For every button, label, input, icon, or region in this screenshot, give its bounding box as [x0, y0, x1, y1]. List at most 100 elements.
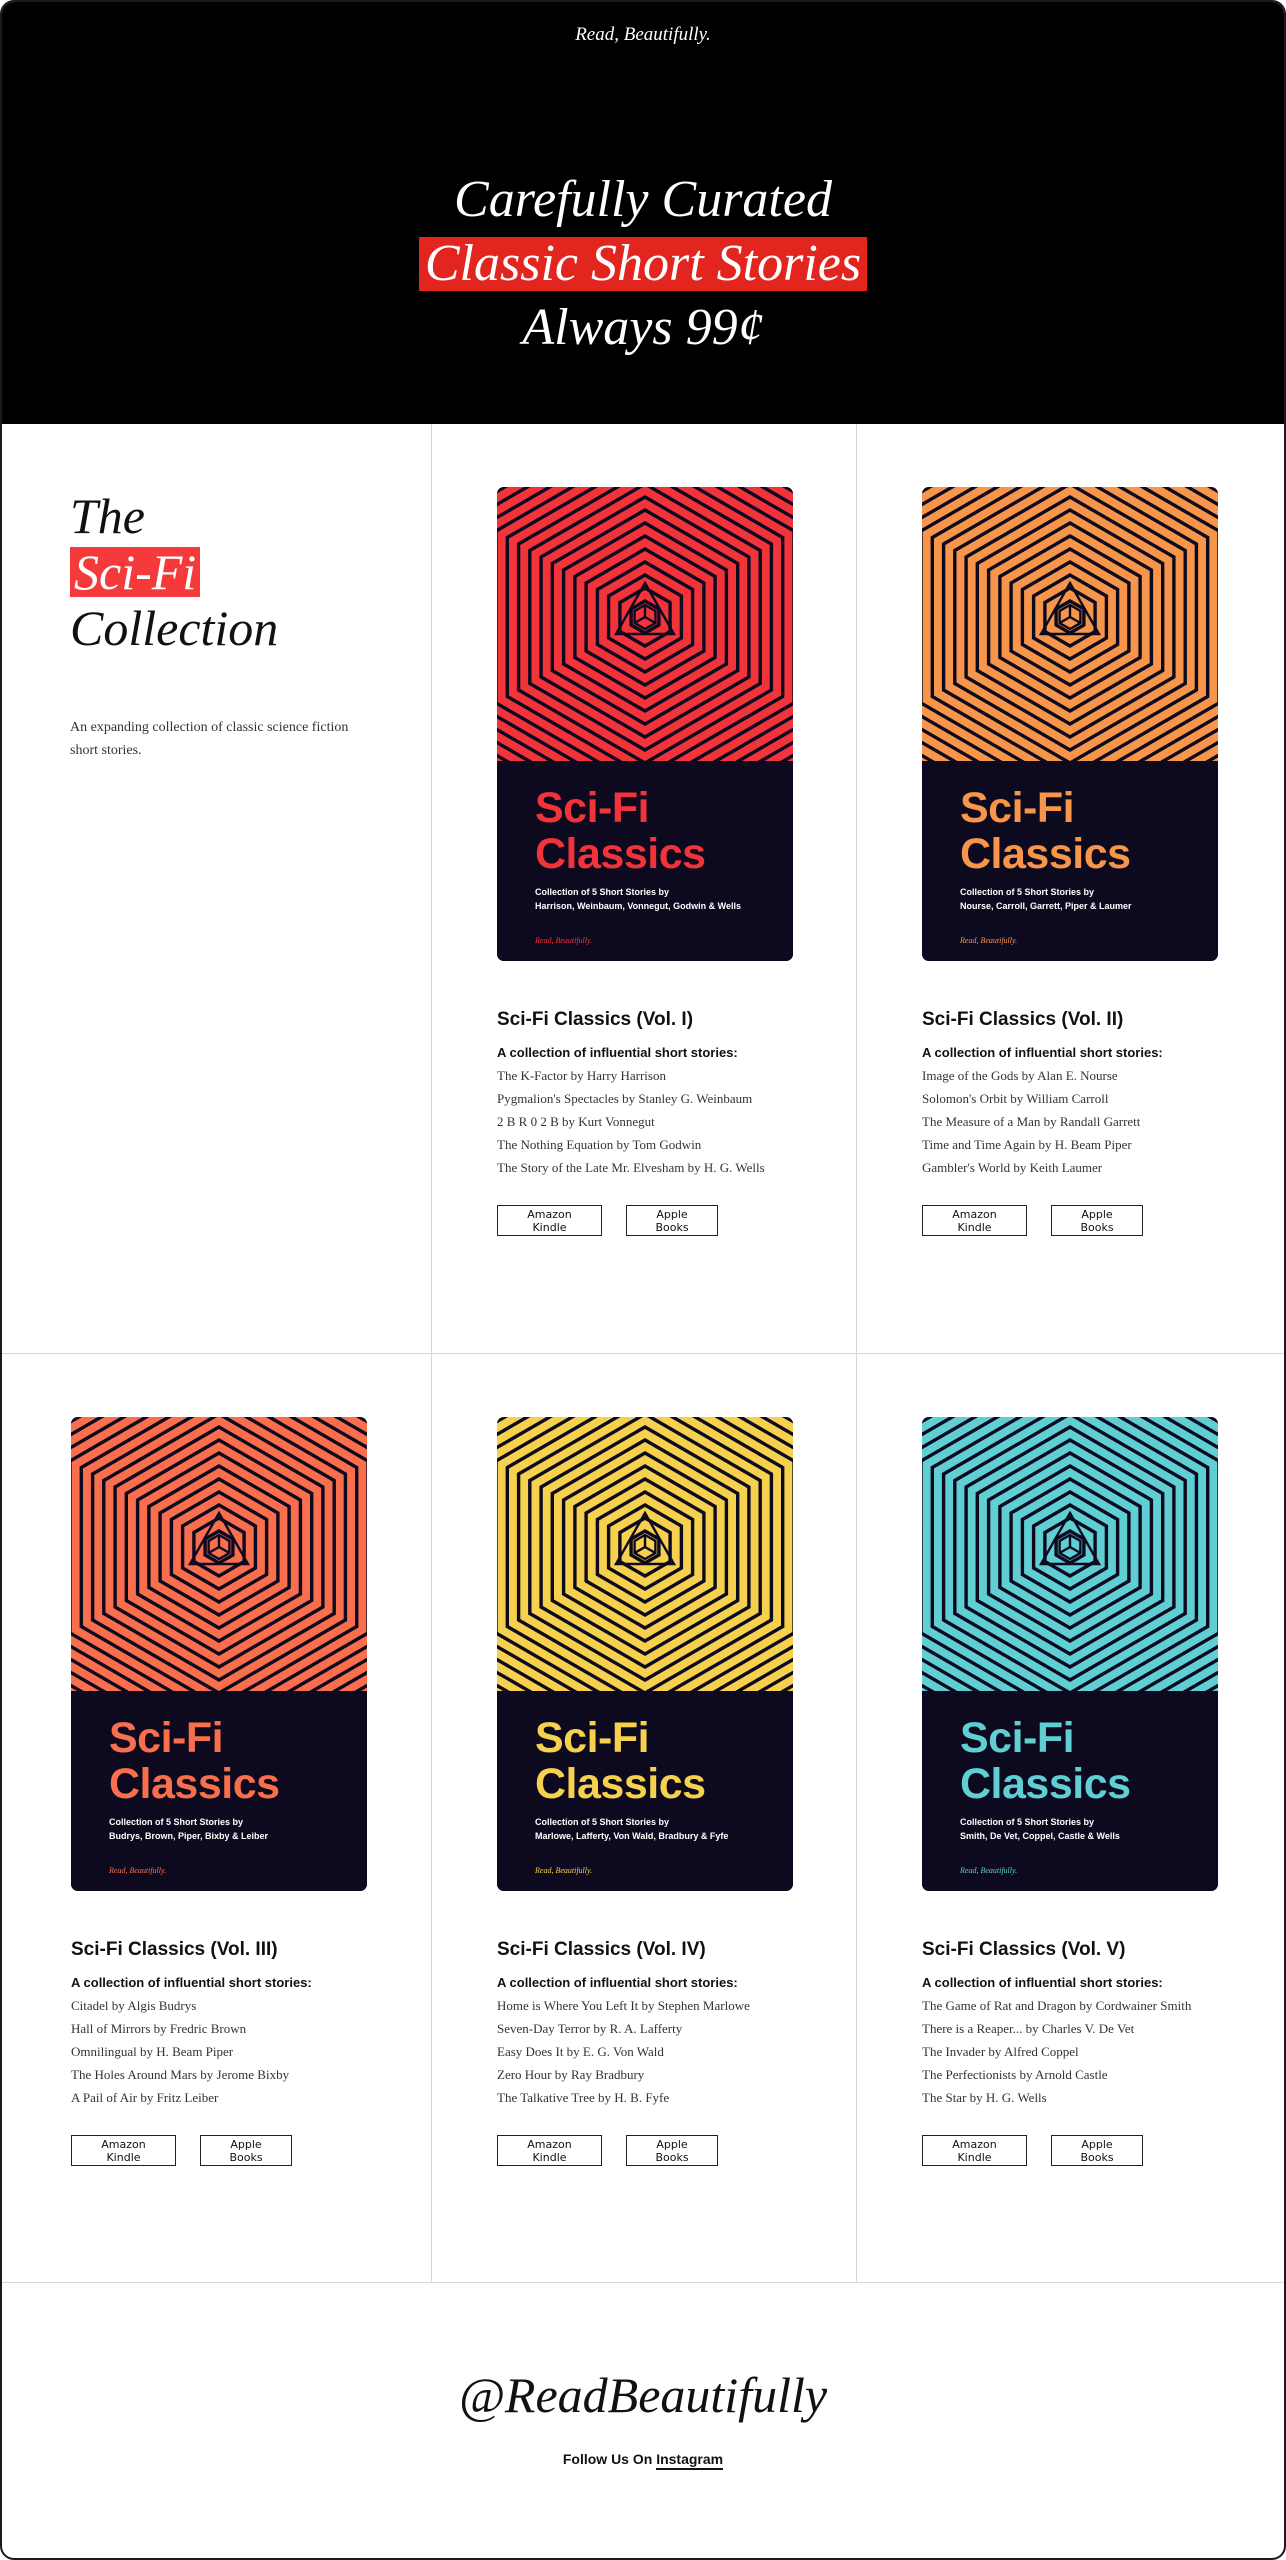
cover-title-line-2: Classics [960, 830, 1131, 878]
cover-authors: Budrys, Brown, Piper, Bixby & Leiber [109, 1831, 269, 1841]
cover-title: Sci-Fi Classics [960, 1715, 1131, 1807]
cover-brand: Read, Beautifully. [109, 1866, 167, 1875]
story-list: Home is Where You Left It by Stephen Mar… [497, 1994, 797, 2109]
cover-title: Sci-Fi Classics [535, 1715, 706, 1807]
cover-authors: Harrison, Weinbaum, Vonnegut, Godwin & W… [535, 901, 742, 911]
cover-brand: Read, Beautifully. [535, 1866, 593, 1875]
cover-title-line-2: Classics [960, 1760, 1131, 1808]
hexagon-pattern [497, 487, 793, 761]
cover-subtitle: Collection of 5 Short Stories by Marlowe,… [535, 1815, 775, 1843]
book-card-vol-3: Sci-Fi Classics Collection of 5 Short Stor… [71, 1417, 371, 2166]
story-item: The K-Factor by Harry Harrison [497, 1068, 666, 1083]
story-item: The Nothing Equation by Tom Godwin [497, 1137, 702, 1152]
book-title: Sci-Fi Classics (Vol. V) [922, 1939, 1126, 1960]
book-title: Sci-Fi Classics (Vol. III) [71, 1939, 278, 1960]
story-item: Time and Time Again by H. Beam Piper [922, 1137, 1132, 1152]
story-item: Hall of Mirrors by Fredric Brown [71, 2021, 247, 2036]
cover-pattern-area [497, 1417, 793, 1691]
amazon-kindle-button[interactable]: Amazon Kindle [922, 2135, 1027, 2166]
story-list: The K-Factor by Harry Harrison Pygmalion'… [497, 1064, 797, 1179]
cover-subtitle-prefix: Collection of 5 Short Stories by [960, 887, 1095, 897]
cover-title-area: Sci-Fi Classics Collection of 5 Short Stor… [497, 761, 793, 961]
story-item: 2 B R 0 2 B by Kurt Vonnegut [497, 1114, 655, 1129]
follow-prefix: Follow Us On [562, 2451, 653, 2467]
story-item: Solomon's Orbit by William Carroll [922, 1091, 1109, 1106]
book-subtitle: A collection of influential short storie… [497, 1045, 738, 1060]
instagram-handle: @ReadBeautifully [456, 2367, 830, 2423]
cover-subtitle-prefix: Collection of 5 Short Stories by [535, 887, 670, 897]
book-title: Sci-Fi Classics (Vol. I) [497, 1009, 694, 1030]
story-item: There is a Reaper... by Charles V. De Ve… [922, 2021, 1135, 2036]
book-cover[interactable]: Sci-Fi Classics Collection of 5 Short Stor… [71, 1417, 367, 1891]
collection-grid: The Sci-Fi Collection An expanding colle… [2, 424, 1284, 2282]
apple-books-button[interactable]: Apple Books [200, 2135, 292, 2166]
cover-authors: Marlowe, Lafferty, Von Wald, Bradbury & … [535, 1831, 729, 1841]
hexagon-pattern [922, 1417, 1218, 1691]
apple-books-button[interactable]: Apple Books [1051, 2135, 1143, 2166]
cover-title-line-1: Sci-Fi [109, 1714, 224, 1762]
story-item: Zero Hour by Ray Bradbury [497, 2067, 645, 2082]
hero-line-1: Carefully Curated [454, 171, 832, 228]
cover-pattern-area [922, 1417, 1218, 1691]
cover-subtitle-prefix: Collection of 5 Short Stories by [960, 1817, 1095, 1827]
cover-subtitle: Collection of 5 Short Stories by Smith, D… [960, 1815, 1200, 1843]
footer: @ReadBeautifully Follow Us On Instagram [2, 2282, 1284, 2558]
amazon-kindle-button[interactable]: Amazon Kindle [497, 2135, 602, 2166]
instagram-link[interactable]: Instagram [656, 2451, 724, 2470]
collection-title-line-1: The [70, 488, 145, 544]
cover-authors: Nourse, Carroll, Garrett, Piper & Laumer [960, 901, 1132, 911]
cover-subtitle: Collection of 5 Short Stories by Harrison… [535, 885, 775, 913]
cover-brand: Read, Beautifully. [535, 936, 593, 945]
cover-subtitle-prefix: Collection of 5 Short Stories by [109, 1817, 244, 1827]
story-list: Citadel by Algis Budrys Hall of Mirrors b… [71, 1994, 371, 2109]
book-title: Sci-Fi Classics (Vol. II) [922, 1009, 1124, 1030]
collection-title: The Sci-Fi Collection [70, 488, 370, 656]
story-list: Image of the Gods by Alan E. Nourse Solom… [922, 1064, 1222, 1179]
book-cover[interactable]: Sci-Fi Classics Collection of 5 Short Stor… [497, 487, 793, 961]
hexagon-pattern [497, 1417, 793, 1691]
story-list: The Game of Rat and Dragon by Cordwainer… [922, 1994, 1222, 2109]
amazon-kindle-button[interactable]: Amazon Kindle [922, 1205, 1027, 1236]
hexagon-pattern [71, 1417, 367, 1691]
cover-title-area: Sci-Fi Classics Collection of 5 Short Stor… [497, 1691, 793, 1891]
story-item: The Holes Around Mars by Jerome Bixby [71, 2067, 290, 2082]
story-item: Omnilingual by H. Beam Piper [71, 2044, 234, 2059]
cover-pattern-area [922, 487, 1218, 761]
cover-title-line-2: Classics [535, 830, 706, 878]
amazon-kindle-button[interactable]: Amazon Kindle [71, 2135, 176, 2166]
apple-books-button[interactable]: Apple Books [1051, 1205, 1143, 1236]
story-item: The Talkative Tree by H. B. Fyfe [497, 2090, 670, 2105]
follow-line: Follow Us On Instagram [2, 2451, 1284, 2470]
book-cover[interactable]: Sci-Fi Classics Collection of 5 Short Stor… [497, 1417, 793, 1891]
book-subtitle: A collection of influential short storie… [71, 1975, 312, 1990]
book-cover[interactable]: Sci-Fi Classics Collection of 5 Short Stor… [922, 487, 1218, 961]
store-buttons: Amazon Kindle Apple Books [71, 2135, 371, 2166]
store-buttons: Amazon Kindle Apple Books [497, 2135, 797, 2166]
collection-intro: The Sci-Fi Collection An expanding colle… [70, 488, 370, 762]
book-subtitle: A collection of influential short storie… [497, 1975, 738, 1990]
hero-headline: Carefully Curated Classic Short Stories … [2, 168, 1284, 360]
book-card-vol-4: Sci-Fi Classics Collection of 5 Short Stor… [497, 1417, 797, 2166]
cover-title-line-1: Sci-Fi [960, 784, 1075, 832]
book-card-vol-1: Sci-Fi Classics Collection of 5 Short Stor… [497, 487, 797, 1236]
apple-books-button[interactable]: Apple Books [626, 2135, 718, 2166]
collection-description: An expanding collection of classic scien… [70, 720, 349, 758]
book-title: Sci-Fi Classics (Vol. IV) [497, 1939, 706, 1960]
hero-section: Read, Beautifully. Carefully Curated Cla… [2, 2, 1284, 424]
amazon-kindle-button[interactable]: Amazon Kindle [497, 1205, 602, 1236]
book-card-vol-5: Sci-Fi Classics Collection of 5 Short Stor… [922, 1417, 1222, 2166]
story-item: Pygmalion's Spectacles by Stanley G. Wei… [497, 1091, 753, 1106]
cover-subtitle-prefix: Collection of 5 Short Stories by [535, 1817, 670, 1827]
apple-books-button[interactable]: Apple Books [626, 1205, 718, 1236]
cover-title-line-2: Classics [109, 1760, 280, 1808]
cover-title-line-1: Sci-Fi [960, 1714, 1075, 1762]
story-item: The Perfectionists by Arnold Castle [922, 2067, 1108, 2082]
story-item: Home is Where You Left It by Stephen Mar… [497, 1998, 750, 2013]
hexagon-pattern [922, 487, 1218, 761]
store-buttons: Amazon Kindle Apple Books [497, 1205, 797, 1236]
book-subtitle: A collection of influential short storie… [922, 1045, 1163, 1060]
book-cover[interactable]: Sci-Fi Classics Collection of 5 Short Stor… [922, 1417, 1218, 1891]
story-item: Citadel by Algis Budrys [71, 1998, 197, 2013]
cover-title-line-1: Sci-Fi [535, 1714, 650, 1762]
book-subtitle: A collection of influential short storie… [922, 1975, 1163, 1990]
